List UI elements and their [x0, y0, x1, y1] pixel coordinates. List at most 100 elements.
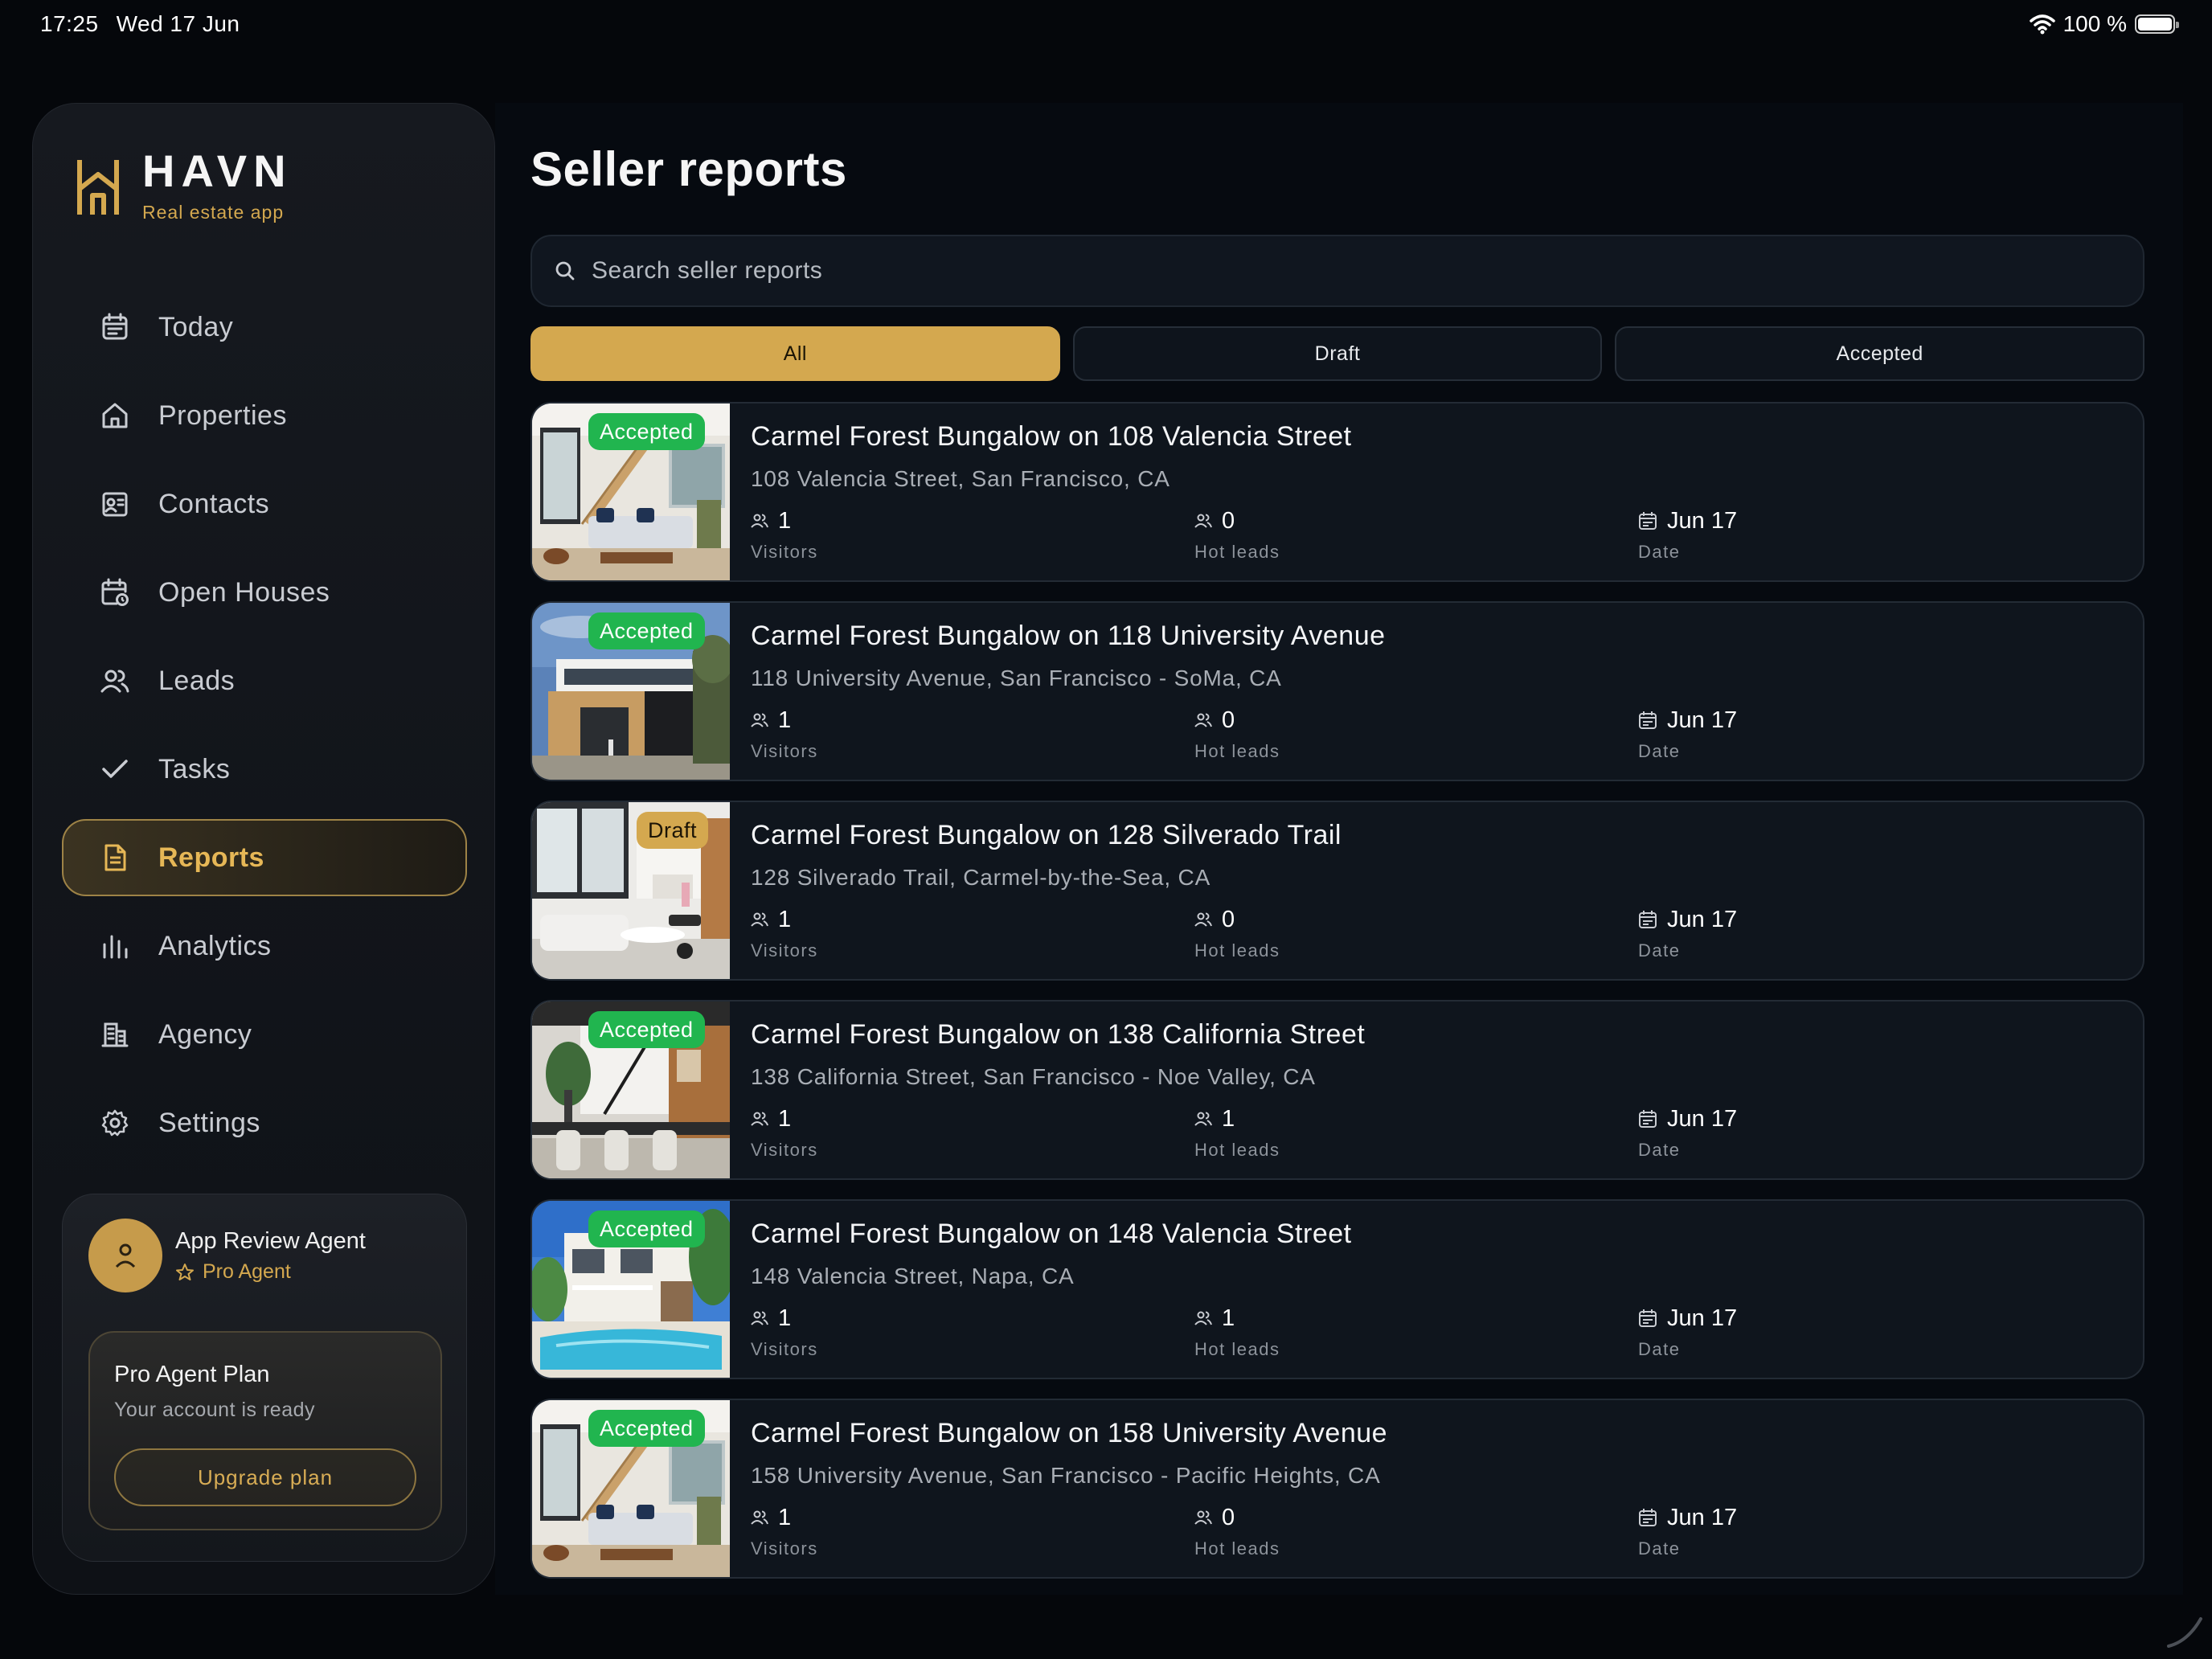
sidebar-item-contacts[interactable]: Contacts [62, 465, 467, 543]
account-name: App Review Agent [175, 1228, 366, 1254]
calendar-icon [1639, 1509, 1657, 1526]
report-card[interactable]: Accepted Carmel Forest Bungalow on 108 V… [530, 402, 2144, 582]
date-value: Jun 17 [1667, 906, 1738, 932]
sidebar-item-label: Today [158, 311, 234, 342]
sidebar-item-label: Properties [158, 399, 287, 431]
date-stat: Jun 17 Date [1638, 1104, 1737, 1161]
search-bar[interactable] [530, 235, 2144, 307]
hot-leads-value: 0 [1222, 1504, 1235, 1530]
status-bar: 17:25 Wed 17 Jun 100 % [0, 0, 2212, 51]
visitors-label: Visitors [751, 1538, 818, 1559]
status-bar-indicators: 100 % [2029, 11, 2179, 37]
battery-icon [2135, 14, 2179, 34]
account-panel: App Review Agent Pro Agent Pro Agent Pla… [62, 1194, 467, 1562]
hot-leads-label: Hot leads [1194, 940, 1280, 961]
sidebar-item-label: Open Houses [158, 576, 330, 608]
tab-draft[interactable]: Draft [1072, 326, 1603, 381]
hot-leads-value: 0 [1222, 707, 1235, 733]
report-card[interactable]: Accepted Carmel Forest Bungalow on 148 V… [530, 1199, 2144, 1379]
hot-leads-label: Hot leads [1194, 542, 1280, 562]
report-card[interactable]: Draft Carmel Forest Bungalow on 128 Silv… [530, 801, 2144, 981]
report-card[interactable]: Accepted Carmel Forest Bungalow on 118 U… [530, 601, 2144, 781]
users-icon [1194, 1112, 1212, 1126]
avatar[interactable] [88, 1219, 162, 1292]
hot-leads-stat: 1 Hot leads [1194, 1104, 1280, 1161]
main-content: Seller reports All Draft Accepted [495, 103, 2183, 1595]
users-icon [751, 1510, 768, 1525]
hot-leads-label: Hot leads [1194, 1339, 1280, 1359]
hot-leads-value: 1 [1222, 1105, 1235, 1132]
report-address: 158 University Avenue, San Francisco - P… [751, 1463, 1381, 1488]
visitors-stat: 1 Visitors [751, 506, 818, 563]
visitors-stat: 1 Visitors [751, 905, 818, 961]
users-icon [751, 1311, 768, 1325]
users-icon [751, 1112, 768, 1126]
sidebar-item-properties[interactable]: Properties [62, 377, 467, 454]
users-icon [1194, 912, 1212, 927]
tab-all[interactable]: All [530, 326, 1060, 381]
status-badge: Accepted [588, 1210, 705, 1247]
sidebar-item-reports[interactable]: Reports [62, 819, 467, 896]
users-icon [751, 912, 768, 927]
users-icon [1194, 514, 1212, 528]
status-badge: Accepted [588, 612, 705, 649]
users-icon [1194, 1311, 1212, 1325]
building-icon [99, 1018, 131, 1051]
report-title: Carmel Forest Bungalow on 148 Valencia S… [751, 1219, 1352, 1249]
visitors-label: Visitors [751, 1339, 818, 1359]
page-title: Seller reports [530, 142, 847, 196]
brand[interactable]: HAVN Real estate app [75, 145, 293, 223]
hot-leads-label: Hot leads [1194, 741, 1280, 761]
status-badge: Accepted [588, 1011, 705, 1048]
status-badge: Draft [637, 812, 709, 849]
upgrade-plan-button[interactable]: Upgrade plan [114, 1448, 416, 1506]
sidebar-item-label: Contacts [158, 488, 270, 519]
users-icon [1194, 1510, 1212, 1525]
sidebar-item-agency[interactable]: Agency [62, 996, 467, 1073]
users-icon [99, 665, 131, 697]
report-title: Carmel Forest Bungalow on 108 Valencia S… [751, 421, 1352, 452]
sidebar-item-analytics[interactable]: Analytics [62, 907, 467, 985]
report-title: Carmel Forest Bungalow on 128 Silverado … [751, 820, 1342, 850]
status-time: 17:25 [40, 11, 99, 36]
report-card[interactable]: Accepted Carmel Forest Bungalow on 138 C… [530, 1000, 2144, 1180]
sidebar-item-tasks[interactable]: Tasks [62, 731, 467, 808]
hot-leads-stat: 1 Hot leads [1194, 1304, 1280, 1360]
calendar-clock-icon [99, 576, 131, 608]
sidebar-nav: Today Properties Contacts Open Houses Le… [62, 289, 467, 1173]
check-icon [99, 753, 131, 785]
sidebar-item-leads[interactable]: Leads [62, 642, 467, 719]
visitors-stat: 1 Visitors [751, 1104, 818, 1161]
bar-chart-icon [99, 930, 131, 962]
users-icon [751, 514, 768, 528]
home-icon [99, 399, 131, 432]
report-card[interactable]: Accepted Carmel Forest Bungalow on 158 U… [530, 1399, 2144, 1579]
contact-card-icon [99, 488, 131, 520]
sidebar-item-settings[interactable]: Settings [62, 1084, 467, 1161]
sidebar-item-today[interactable]: Today [62, 289, 467, 366]
date-stat: Jun 17 Date [1638, 905, 1737, 961]
hot-leads-label: Hot leads [1194, 1538, 1280, 1559]
tab-accepted[interactable]: Accepted [1615, 326, 2145, 381]
date-label: Date [1638, 741, 1681, 761]
hot-leads-label: Hot leads [1194, 1140, 1280, 1160]
visitors-value: 1 [778, 507, 792, 534]
calendar-icon [99, 311, 131, 343]
resize-handle-icon[interactable] [2159, 1611, 2207, 1651]
visitors-stat: 1 Visitors [751, 1503, 818, 1559]
hot-leads-value: 1 [1222, 1305, 1235, 1331]
status-badge: Accepted [588, 1410, 705, 1447]
hot-leads-value: 0 [1222, 507, 1235, 534]
sidebar-item-open-houses[interactable]: Open Houses [62, 554, 467, 631]
date-stat: Jun 17 Date [1638, 1304, 1737, 1360]
document-icon [99, 842, 131, 874]
calendar-icon [1639, 711, 1657, 729]
date-value: Jun 17 [1667, 1305, 1738, 1331]
visitors-label: Visitors [751, 1140, 818, 1160]
search-input[interactable] [592, 257, 2119, 285]
search-icon [555, 261, 575, 281]
plan-subtitle: Your account is ready [114, 1399, 316, 1421]
visitors-stat: 1 Visitors [751, 1304, 818, 1360]
hot-leads-stat: 0 Hot leads [1194, 706, 1280, 762]
date-label: Date [1638, 1538, 1681, 1559]
